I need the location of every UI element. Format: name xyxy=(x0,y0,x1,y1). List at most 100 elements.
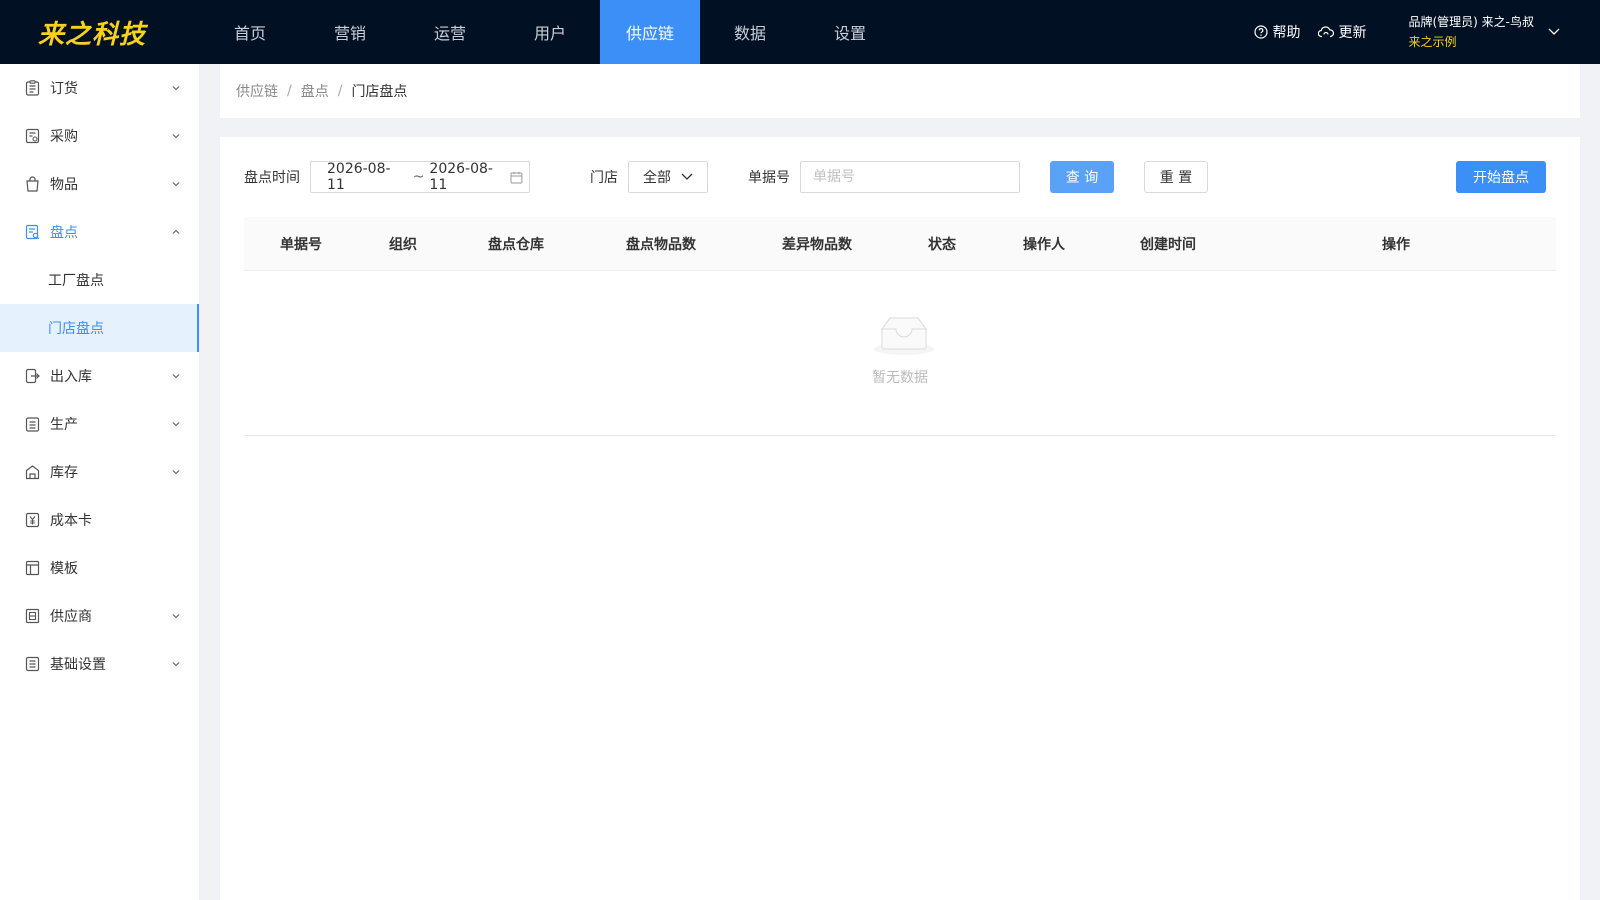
column-header-status: 状态 xyxy=(928,237,956,253)
chevron-down-icon xyxy=(172,182,180,187)
store-select[interactable]: 全部 xyxy=(628,161,708,193)
date-end: 2026-08-11 xyxy=(429,161,493,193)
empty-inbox-icon xyxy=(874,317,934,355)
chevron-up-icon xyxy=(172,229,180,234)
date-separator: ~ xyxy=(412,169,425,185)
sidebar-item-cost-card[interactable]: 成本卡 xyxy=(0,496,199,544)
column-header-actions: 操作 xyxy=(1382,237,1410,253)
sidebar-item-label: 模板 xyxy=(50,561,78,577)
column-header-item-count: 盘点物品数 xyxy=(626,237,696,253)
column-header-org: 组织 xyxy=(389,237,417,253)
sidebar-item-supplier[interactable]: 供应商 xyxy=(0,592,199,640)
breadcrumb-separator: / xyxy=(337,83,343,99)
sidebar-item-label: 订货 xyxy=(50,81,78,97)
sidebar-item-goods[interactable]: 物品 xyxy=(0,160,199,208)
content-panel: 盘点时间 2026-08-11 ~ 2026-08-11 门店 全部 单据号 查… xyxy=(220,137,1580,900)
main-nav: 首页 营销 运营 用户 供应链 数据 设置 xyxy=(200,0,900,64)
nav-item-users[interactable]: 用户 xyxy=(500,0,600,64)
store-filter-label: 门店 xyxy=(590,170,618,186)
in-out-icon xyxy=(24,368,40,384)
inventory-check-icon xyxy=(24,224,40,240)
chevron-down-icon xyxy=(172,86,180,91)
breadcrumb-item-supply-chain[interactable]: 供应链 xyxy=(236,81,278,101)
sidebar-subitem-store-check[interactable]: 门店盘点 xyxy=(0,304,199,352)
user-role-name: 品牌(管理员) 来之-鸟叔 xyxy=(1408,15,1534,29)
help-label: 帮助 xyxy=(1272,25,1301,41)
chevron-down-icon xyxy=(172,422,180,427)
reset-button[interactable]: 重 置 xyxy=(1144,161,1208,193)
sidebar-item-label: 成本卡 xyxy=(50,513,92,529)
column-header-doc-no: 单据号 xyxy=(280,237,322,253)
update-button[interactable]: 更新 xyxy=(1318,22,1366,42)
top-right-tools: 帮助 更新 品牌(管理员) 来之-鸟叔 来之示例 xyxy=(1254,0,1560,64)
cloud-refresh-icon xyxy=(1318,26,1335,38)
chevron-down-icon xyxy=(172,614,180,619)
column-header-diff-count: 差异物品数 xyxy=(782,237,852,253)
column-header-warehouse: 盘点仓库 xyxy=(488,237,544,253)
sidebar-item-order[interactable]: 订货 xyxy=(0,64,199,112)
empty-text: 暂无数据 xyxy=(872,370,928,386)
nav-item-operations[interactable]: 运营 xyxy=(400,0,500,64)
sidebar-item-label: 采购 xyxy=(50,129,78,145)
breadcrumb-separator: / xyxy=(287,83,292,99)
store-select-value: 全部 xyxy=(643,170,671,186)
sidebar-item-label: 供应商 xyxy=(50,609,92,625)
chevron-down-icon xyxy=(172,374,180,379)
production-icon xyxy=(24,416,40,432)
nav-item-data[interactable]: 数据 xyxy=(700,0,800,64)
chevron-down-icon xyxy=(172,662,180,667)
date-filter-label: 盘点时间 xyxy=(244,170,300,186)
date-start: 2026-08-11 xyxy=(327,161,391,193)
clipboard-icon xyxy=(24,80,40,96)
chevron-down-icon xyxy=(681,173,693,180)
supplier-icon xyxy=(24,608,40,624)
nav-item-marketing[interactable]: 营销 xyxy=(300,0,400,64)
warehouse-icon xyxy=(24,464,40,480)
nav-item-settings[interactable]: 设置 xyxy=(800,0,900,64)
top-navbar: 来之科技 首页 营销 运营 用户 供应链 数据 设置 帮助 更新 品牌(管理员)… xyxy=(0,0,1600,64)
chevron-down-icon xyxy=(172,470,180,475)
doc-filter-label: 单据号 xyxy=(748,170,790,186)
table-empty-state: 暂无数据 xyxy=(244,271,1556,436)
bag-icon xyxy=(24,176,40,192)
sidebar-item-basic-settings[interactable]: 基础设置 xyxy=(0,640,199,688)
sidebar-item-label: 物品 xyxy=(50,177,78,193)
breadcrumb-item-inventory-check[interactable]: 盘点 xyxy=(301,81,329,101)
column-header-created-at: 创建时间 xyxy=(1140,237,1196,253)
sidebar: 订货 采购 物品 盘点 工厂盘点 门店盘点 出入库 生产 库存 成本卡 模板 供… xyxy=(0,64,200,900)
cost-card-icon xyxy=(24,512,40,528)
sidebar-item-label: 生产 xyxy=(50,417,78,433)
doc-number-input[interactable] xyxy=(800,161,1020,193)
sidebar-item-template[interactable]: 模板 xyxy=(0,544,199,592)
sidebar-item-label: 基础设置 xyxy=(50,657,106,673)
breadcrumb-current: 门店盘点 xyxy=(351,84,408,100)
sidebar-item-label: 盘点 xyxy=(50,225,78,241)
sidebar-item-inventory-check[interactable]: 盘点 xyxy=(0,208,199,256)
sidebar-item-label: 库存 xyxy=(50,465,78,481)
sidebar-item-stock[interactable]: 库存 xyxy=(0,448,199,496)
template-icon xyxy=(24,560,40,576)
chevron-down-icon xyxy=(1548,28,1560,35)
update-label: 更新 xyxy=(1338,25,1367,41)
sidebar-item-label: 出入库 xyxy=(50,369,92,385)
sidebar-item-purchase[interactable]: 采购 xyxy=(0,112,199,160)
user-menu[interactable]: 品牌(管理员) 来之-鸟叔 来之示例 xyxy=(1408,12,1560,52)
help-button[interactable]: 帮助 xyxy=(1254,22,1300,42)
nav-item-home[interactable]: 首页 xyxy=(200,0,300,64)
sidebar-item-production[interactable]: 生产 xyxy=(0,400,199,448)
brand-logo[interactable]: 来之科技 xyxy=(0,0,200,64)
date-range-picker[interactable]: 2026-08-11 ~ 2026-08-11 xyxy=(310,161,530,193)
chevron-down-icon xyxy=(172,134,180,139)
sidebar-item-in-out[interactable]: 出入库 xyxy=(0,352,199,400)
query-button[interactable]: 查 询 xyxy=(1050,161,1114,193)
user-org-name: 来之示例 xyxy=(1408,35,1457,49)
nav-item-supply-chain[interactable]: 供应链 xyxy=(600,0,700,64)
sidebar-subitem-factory-check[interactable]: 工厂盘点 xyxy=(0,256,199,304)
settings-list-icon xyxy=(24,656,40,672)
start-check-button[interactable]: 开始盘点 xyxy=(1456,161,1546,193)
breadcrumb: 供应链 / 盘点 / 门店盘点 xyxy=(220,64,1580,118)
help-icon xyxy=(1254,25,1269,39)
purchase-icon xyxy=(24,128,40,144)
column-header-operator: 操作人 xyxy=(1023,237,1065,253)
calendar-icon xyxy=(510,171,523,183)
